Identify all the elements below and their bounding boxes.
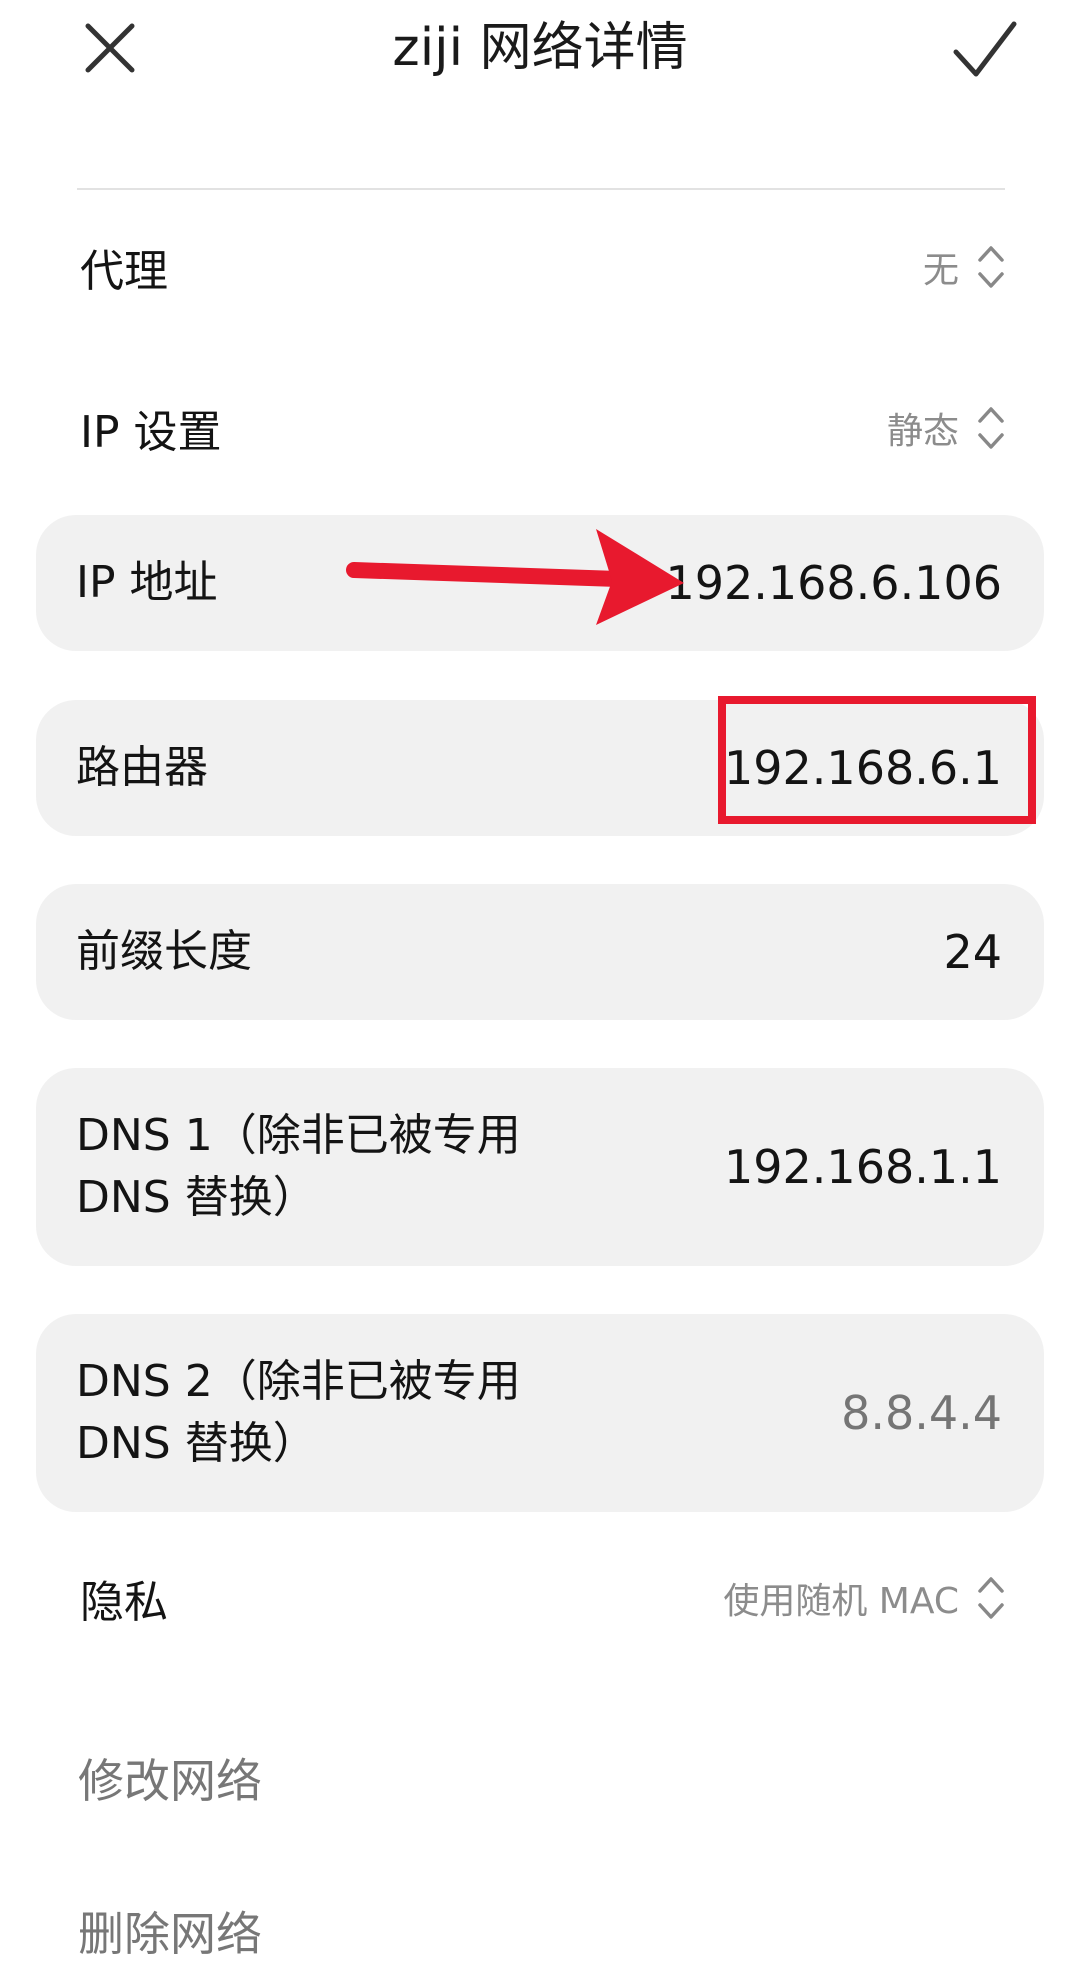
ip-address-card: IP 地址 — [36, 515, 1044, 651]
dns1-input[interactable] — [582, 1140, 1002, 1194]
prefix-length-input[interactable] — [582, 925, 1002, 979]
ip-address-input[interactable] — [582, 556, 1002, 610]
router-card: 路由器 — [36, 700, 1044, 836]
up-down-chevron-icon — [978, 1577, 1004, 1619]
dns2-label-line2: DNS 替换） — [76, 1418, 317, 1469]
up-down-chevron-icon — [978, 407, 1004, 449]
dns2-label-line1: DNS 2（除非已被专用 — [76, 1356, 521, 1407]
page-title: ziji 网络详情 — [392, 18, 688, 78]
privacy-row[interactable]: 隐私 使用随机 MAC — [80, 1553, 1005, 1643]
top-bar: ziji 网络详情 — [0, 0, 1080, 110]
router-input[interactable] — [582, 741, 1002, 795]
ip-settings-selector[interactable]: 静态 — [887, 402, 1005, 454]
dns2-label: DNS 2（除非已被专用 DNS 替换） — [76, 1351, 521, 1475]
proxy-value: 无 — [922, 250, 959, 291]
ip-settings-label: IP 设置 — [80, 407, 222, 458]
router-label: 路由器 — [76, 742, 208, 793]
privacy-selector[interactable]: 使用随机 MAC — [723, 1572, 1005, 1624]
delete-network-button[interactable]: 删除网络 — [78, 1898, 262, 1964]
proxy-label: 代理 — [80, 246, 168, 297]
dns1-label: DNS 1（除非已被专用 DNS 替换） — [76, 1105, 521, 1229]
ip-settings-row[interactable]: IP 设置 静态 — [80, 383, 1005, 473]
privacy-label: 隐私 — [80, 1577, 168, 1628]
privacy-value: 使用随机 MAC — [723, 1581, 959, 1622]
ip-address-label: IP 地址 — [76, 557, 218, 608]
dns2-input[interactable] — [582, 1386, 1002, 1440]
checkmark-icon — [953, 21, 1017, 77]
dns2-card: DNS 2（除非已被专用 DNS 替换） — [36, 1314, 1044, 1512]
dns1-label-line2: DNS 替换） — [76, 1172, 317, 1223]
ip-settings-value: 静态 — [886, 411, 959, 452]
proxy-selector[interactable]: 无 — [923, 241, 1005, 293]
dns1-label-line1: DNS 1（除非已被专用 — [76, 1110, 521, 1161]
confirm-button[interactable] — [950, 14, 1020, 84]
proxy-row[interactable]: 代理 无 — [80, 222, 1005, 312]
header-divider — [77, 188, 1005, 190]
dns1-card: DNS 1（除非已被专用 DNS 替换） — [36, 1068, 1044, 1266]
up-down-chevron-icon — [978, 246, 1004, 288]
modify-network-button[interactable]: 修改网络 — [78, 1745, 262, 1811]
prefix-length-label: 前缀长度 — [76, 926, 252, 977]
prefix-length-card: 前缀长度 — [36, 884, 1044, 1020]
